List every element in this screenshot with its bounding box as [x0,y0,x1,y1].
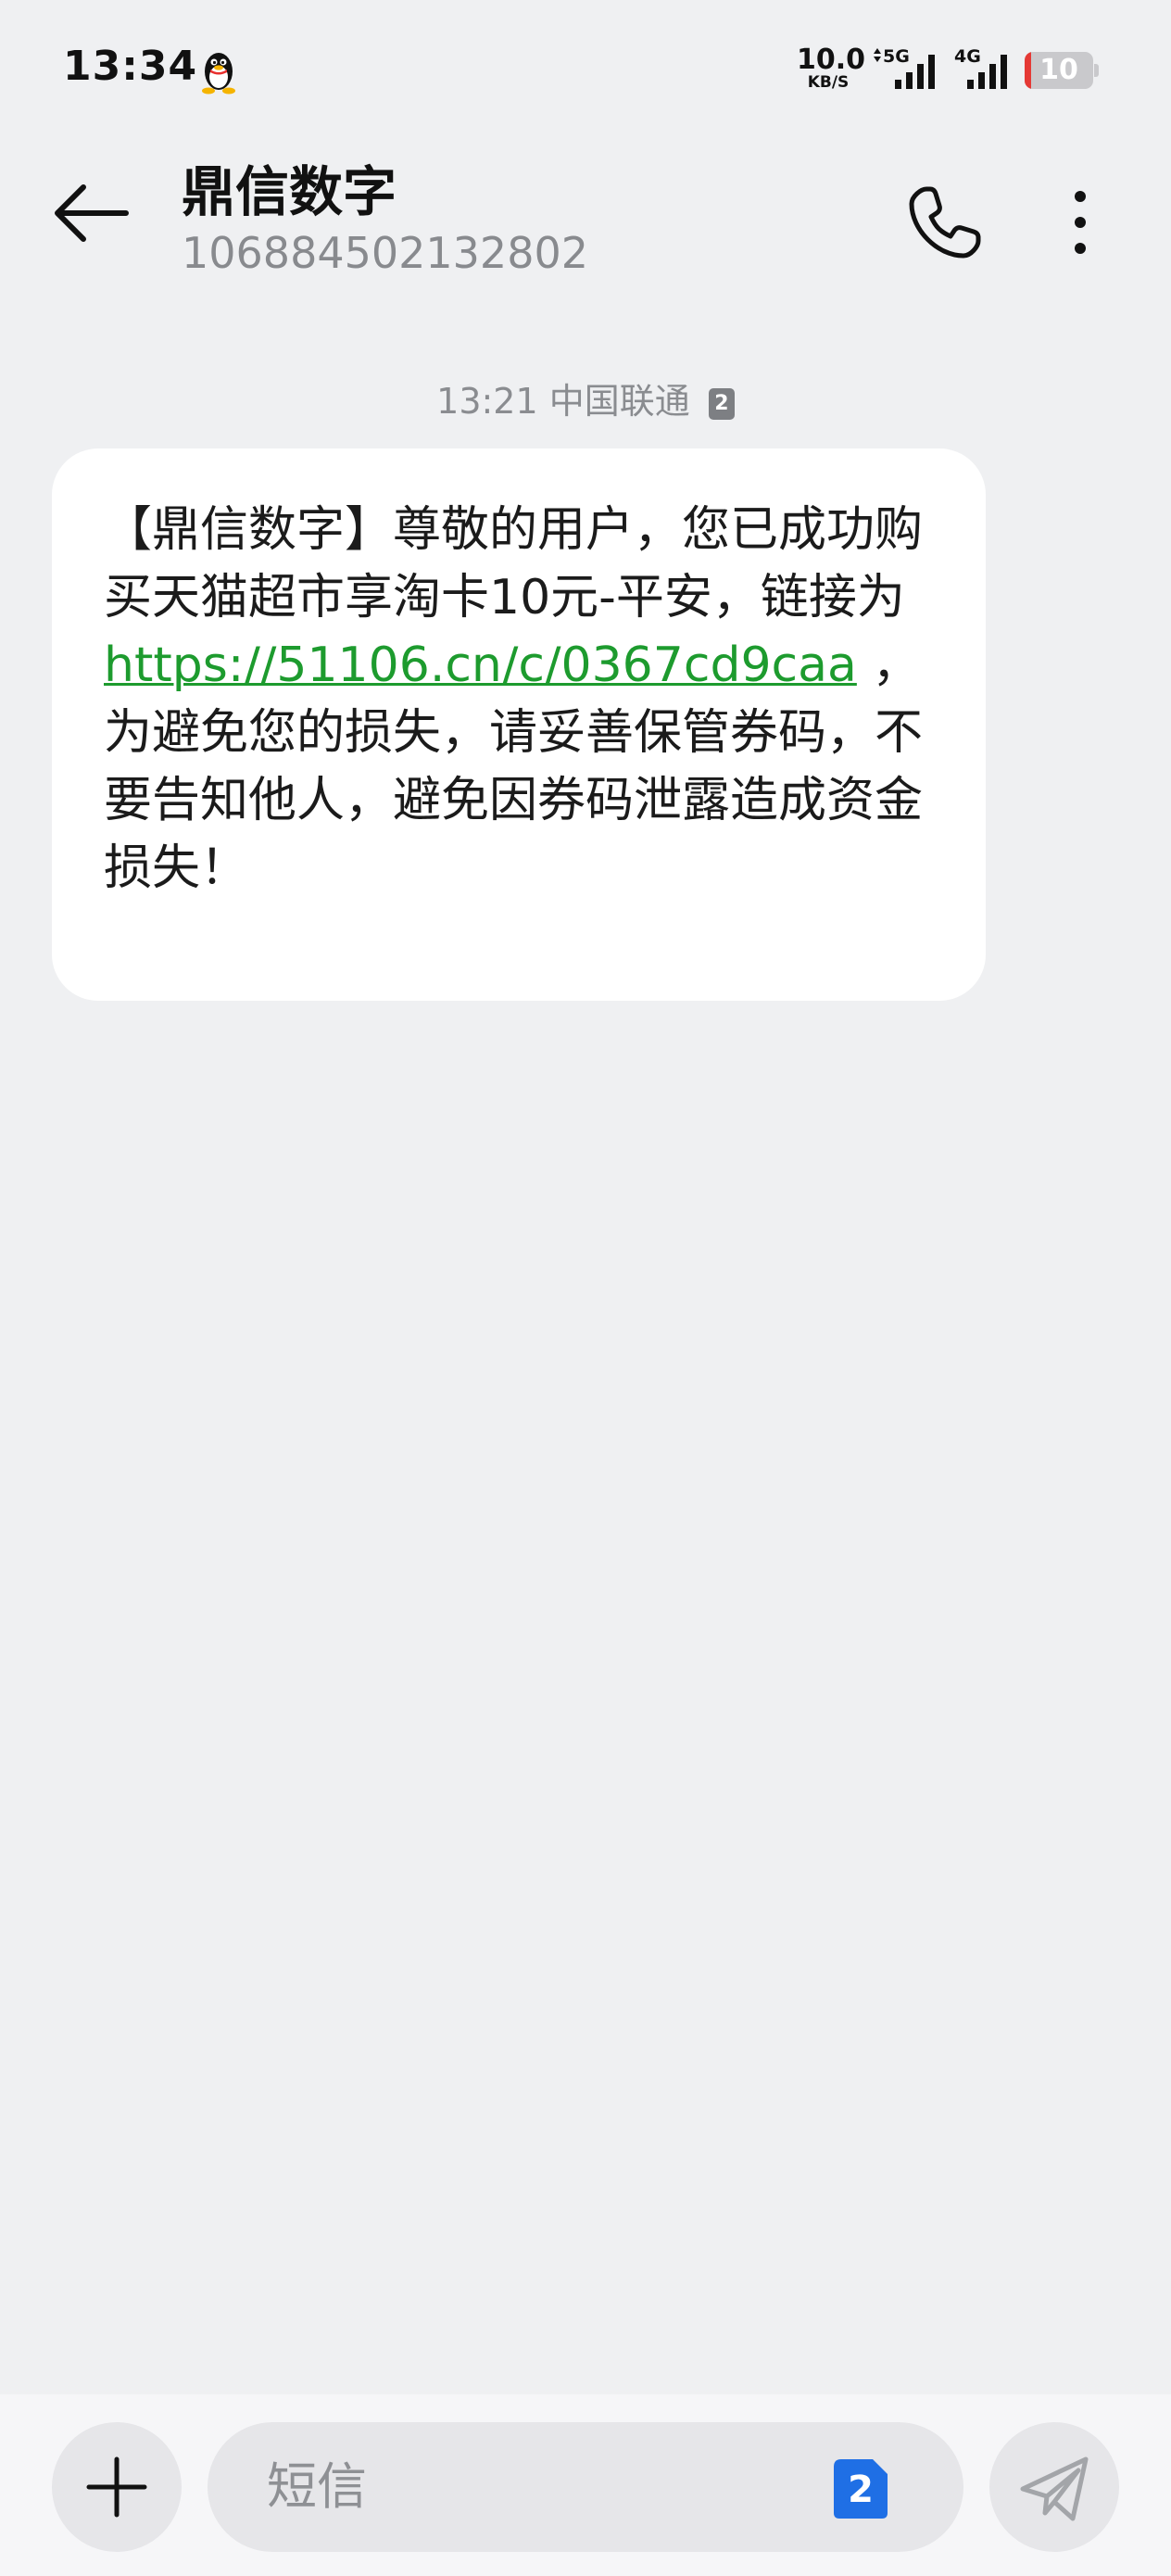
sim-select-button[interactable]: 2 [834,2459,888,2519]
sim-badge: 2 [708,388,735,420]
message-bubble[interactable]: 【鼎信数字】尊敬的用户，您已成功购买天猫超市享淘卡10元-平安，链接为 https… [52,448,986,1001]
arrow-left-icon[interactable] [46,176,135,250]
message-carrier: 中国联通 [548,381,690,422]
plus-icon [86,2456,147,2518]
contact-number: 106884502132802 [182,228,588,278]
status-time: 13:34 [63,43,198,90]
network-speed: 10.0 KB/S [797,44,866,92]
composer-bar: 短信 2 [0,2394,1171,2576]
send-button[interactable] [989,2422,1119,2552]
message-text: 【鼎信数字】尊敬的用户，您已成功购买天猫超市享淘卡10元-平安，链接为 https… [104,497,934,903]
message-timestamp: 13:21 中国联通 2 [0,373,1171,423]
signal-4g-icon: 4G [954,46,1007,89]
status-bar: 13:34 10.0 KB/S 5G 4G 10 [0,0,1171,139]
qq-notification-icon [202,53,235,95]
message-time: 13:21 [436,381,538,422]
add-attachment-button[interactable] [52,2422,182,2552]
message-text-before-link: 【鼎信数字】尊敬的用户，您已成功购买天猫超市享淘卡10元-平安，链接为 [104,502,924,625]
send-icon [1020,2456,1089,2521]
battery-body: 10 [1025,52,1093,89]
phone-icon[interactable] [899,176,991,269]
contact-name: 鼎信数字 [182,160,397,223]
signal1-type-label: 5G [883,46,910,67]
network-speed-unit: KB/S [807,73,850,92]
battery-indicator: 10 [1025,52,1099,89]
message-input[interactable]: 短信 2 [208,2422,963,2552]
signal2-type-label: 4G [954,46,981,67]
message-input-placeholder: 短信 [267,2457,367,2516]
sim-select-label: 2 [848,2469,874,2511]
network-speed-value: 10.0 [797,44,866,76]
signal-5g-icon: 5G [874,46,935,89]
more-vertical-icon[interactable] [1056,176,1104,269]
battery-level: 10 [1039,54,1078,86]
conversation-header: 鼎信数字 106884502132802 [0,139,1171,306]
battery-tip [1094,64,1099,77]
message-link[interactable]: https://51106.cn/c/0367cd9caa [104,638,857,693]
